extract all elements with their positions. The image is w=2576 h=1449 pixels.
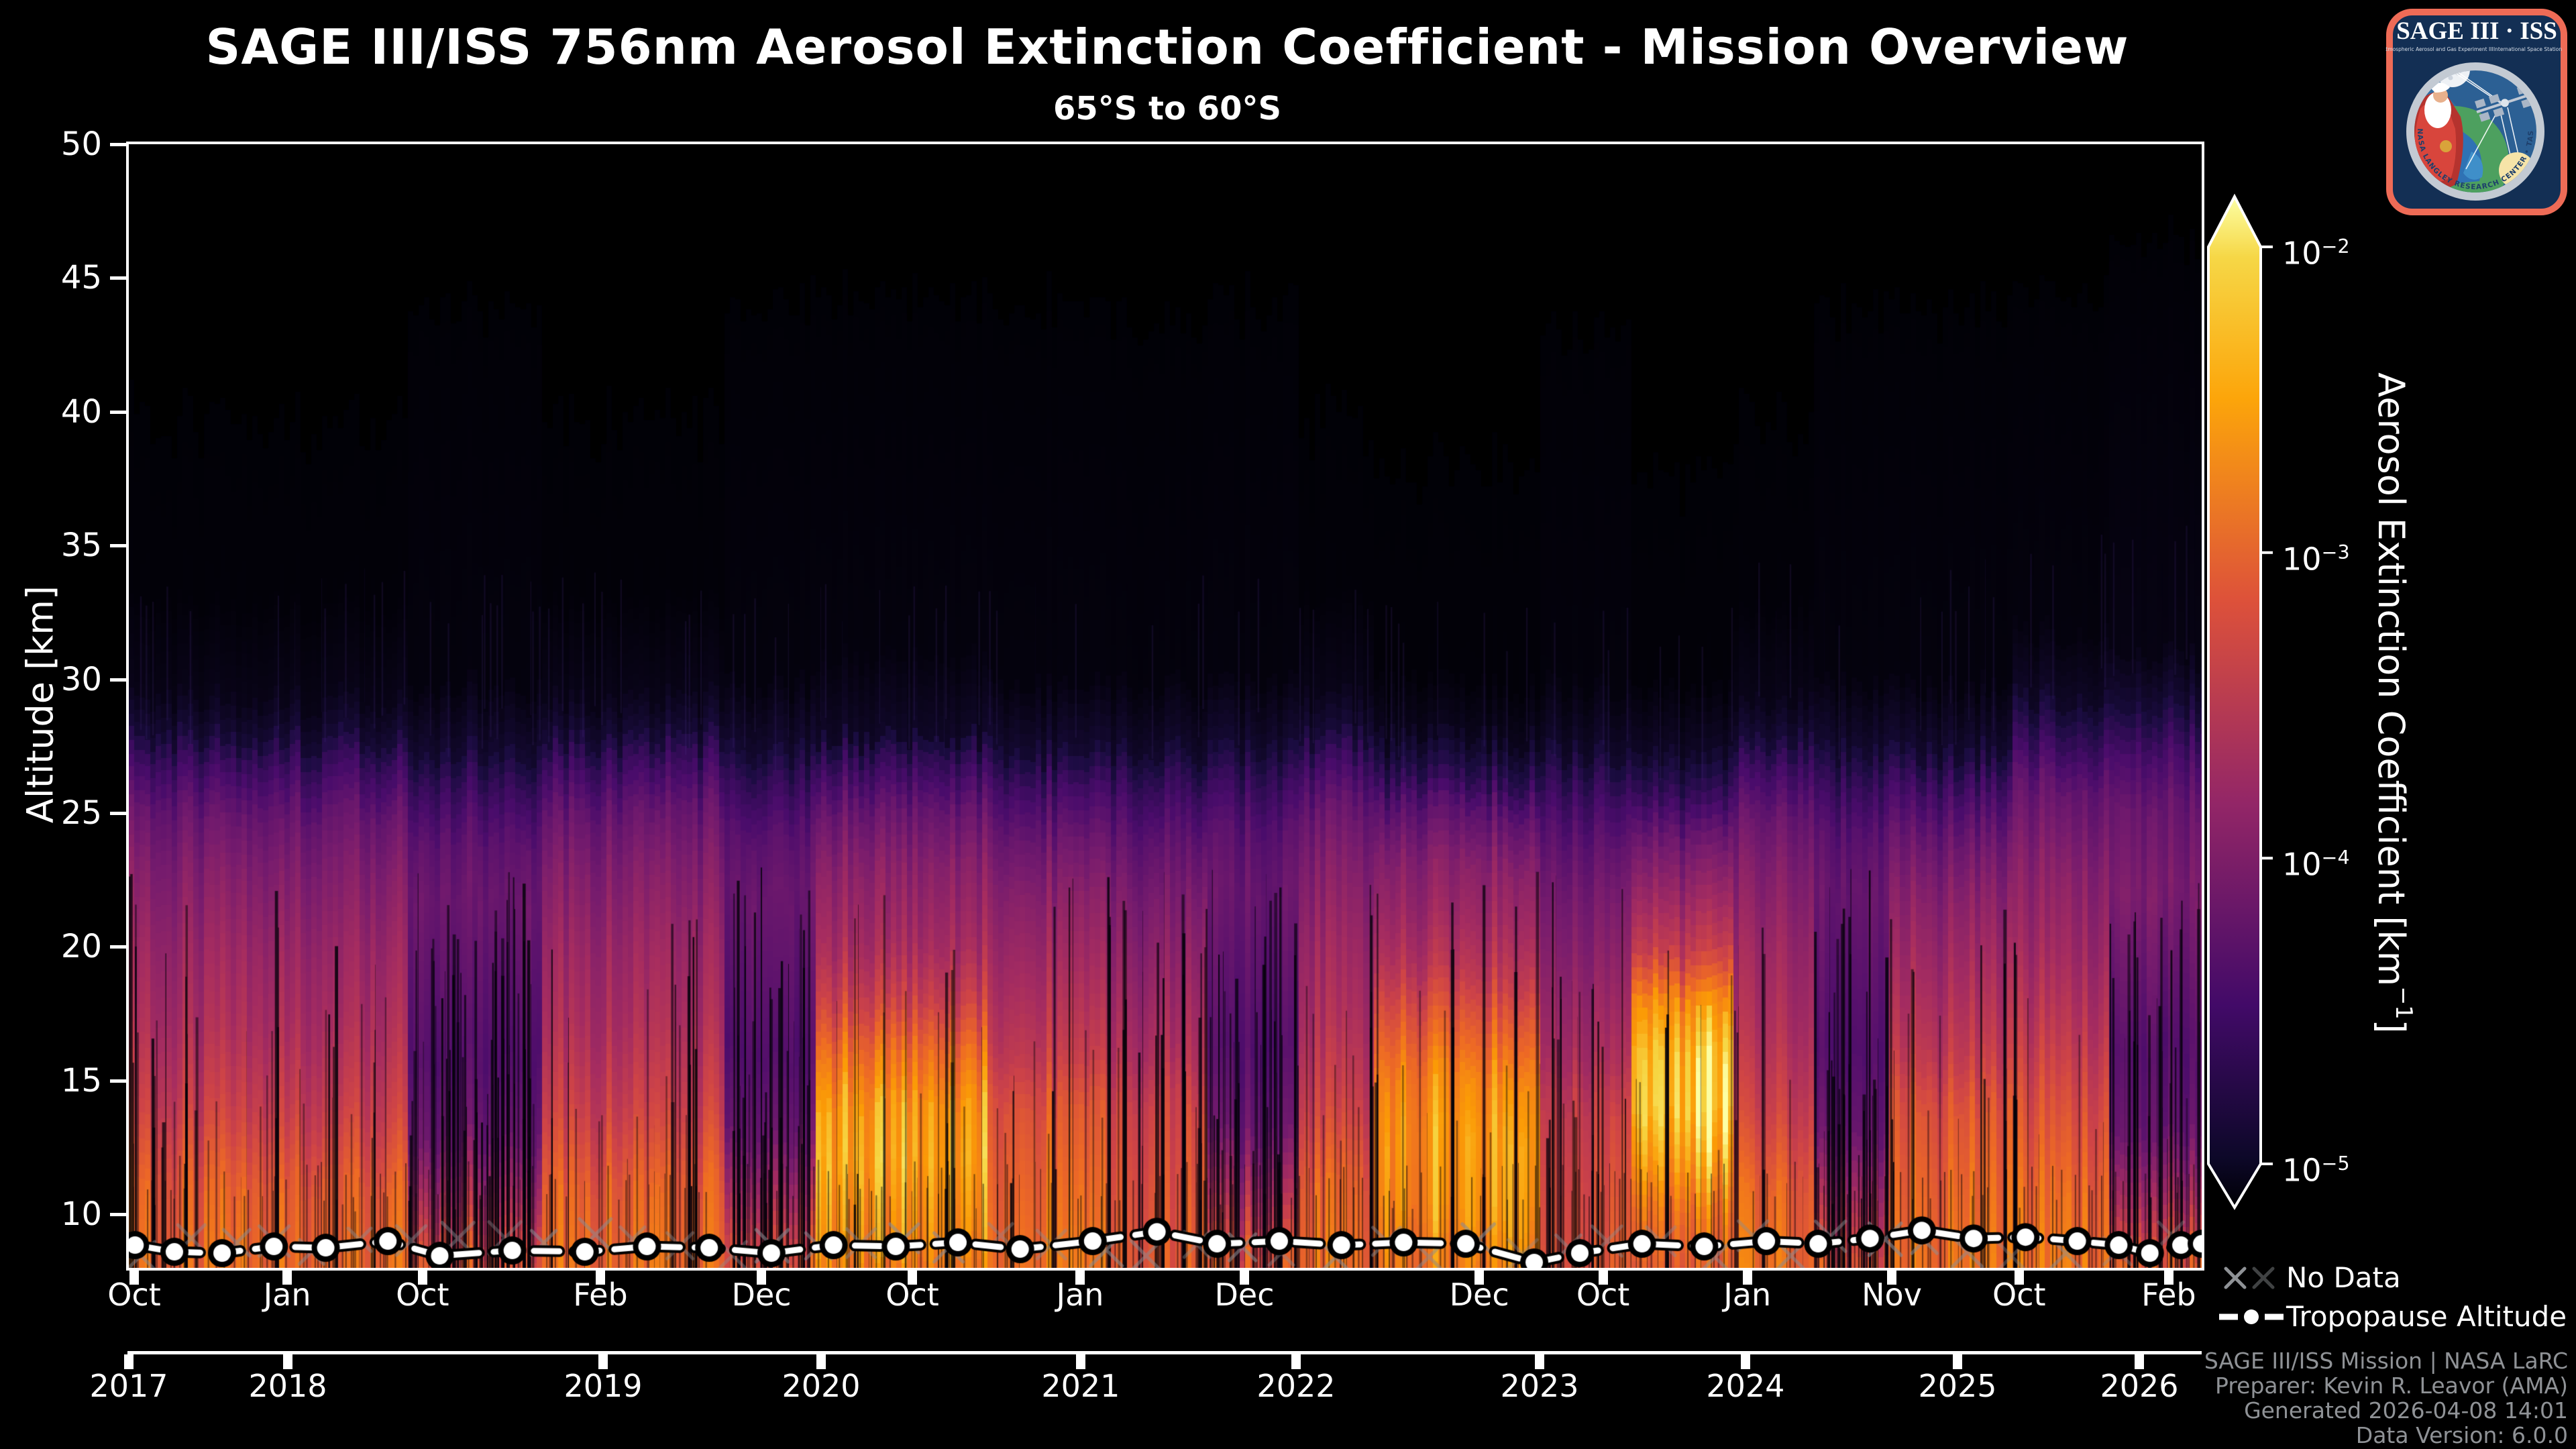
y-tick-label: 45 (60, 259, 102, 297)
x-month-label: Jan (1056, 1277, 1104, 1313)
figure-root: SAGE III/ISS 756nm Aerosol Extinction Co… (0, 0, 2576, 1449)
y-axis-tick (110, 410, 126, 414)
x-month-label: Jan (263, 1277, 311, 1313)
footer-mission: SAGE III/ISS Mission | NASA LaRC (2204, 1348, 2568, 1374)
y-tick-label: 20 (60, 928, 102, 966)
sage-iii-iss-logo: SAGE III · ISS Atmospheric Aerosol and G… (2385, 8, 2567, 215)
logo-title: SAGE III · ISS (2396, 17, 2557, 45)
latitude-subtitle: 65°S to 60°S (1053, 90, 1282, 127)
year-axis-spine (127, 1351, 2202, 1354)
x-year-label: 2025 (1918, 1368, 1997, 1404)
colorbar-tick-label: 10−2 (2282, 235, 2350, 272)
x-year-label: 2021 (1041, 1368, 1120, 1404)
x-month-label: Feb (573, 1277, 628, 1313)
colorbar-tick-label: 10−4 (2282, 846, 2350, 883)
colorbar (2207, 193, 2273, 1210)
x-month-label: Oct (107, 1277, 161, 1313)
logo-subtitle-left: Atmospheric Aerosol and Gas Experiment I… (2385, 46, 2493, 52)
x-year-label: 2020 (782, 1368, 861, 1404)
footer-preparer: Preparer: Kevin R. Leavor (AMA) (2215, 1373, 2568, 1399)
no-data-hatch-icon (2224, 1267, 2275, 1289)
x-year-label: 2023 (1500, 1368, 1579, 1404)
footer-data-version: Data Version: 6.0.0 (2355, 1422, 2568, 1448)
y-axis-tick (110, 544, 126, 548)
page-title: SAGE III/ISS 756nm Aerosol Extinction Co… (205, 19, 2129, 75)
tropopause-line-icon (2219, 1305, 2284, 1329)
y-tick-label: 15 (60, 1061, 102, 1099)
legend-no-data-label: No Data (2286, 1261, 2401, 1294)
y-axis-tick (110, 1079, 126, 1083)
colorbar-label: Aerosol Extinction Coefficient [km−1] (2370, 372, 2417, 1034)
x-year-label: 2017 (89, 1368, 168, 1404)
x-month-label: Jan (1723, 1277, 1772, 1313)
legend-tropopause-label: Tropopause Altitude (2286, 1300, 2567, 1333)
x-month-label: Dec (1214, 1277, 1275, 1313)
x-month-label: Dec (1449, 1277, 1509, 1313)
x-year-label: 2022 (1256, 1368, 1336, 1404)
x-year-label: 2026 (2100, 1368, 2179, 1404)
y-tick-label: 30 (60, 660, 102, 698)
colorbar-tick-label: 10−3 (2282, 541, 2350, 578)
x-year-label: 2024 (1706, 1368, 1785, 1404)
y-tick-label: 35 (60, 527, 102, 565)
logo-subtitle-right: International Space Station (2493, 46, 2562, 52)
y-tick-label: 25 (60, 794, 102, 833)
x-month-label: Oct (885, 1277, 939, 1313)
x-month-label: Nov (1862, 1277, 1922, 1313)
y-axis-tick (110, 812, 126, 816)
y-axis-tick (110, 678, 126, 682)
footer-credits: SAGE III/ISS Mission | NASA LaRC Prepare… (2204, 1348, 2568, 1448)
y-axis-tick (110, 945, 126, 949)
aerosol-extinction-heatmap (129, 144, 2202, 1268)
y-tick-label: 40 (60, 392, 102, 431)
footer-generated: Generated 2026-04-08 14:01 (2244, 1397, 2568, 1424)
x-year-label: 2019 (564, 1368, 643, 1404)
x-year-label: 2018 (248, 1368, 327, 1404)
colorbar-tick-label: 10−5 (2282, 1152, 2350, 1189)
x-month-label: Oct (1992, 1277, 2046, 1313)
y-tick-label: 50 (60, 125, 102, 163)
x-month-label: Oct (396, 1277, 449, 1313)
y-axis-label: Altitude [km] (19, 585, 62, 824)
x-month-label: Feb (2141, 1277, 2196, 1313)
x-month-label: Dec (731, 1277, 792, 1313)
y-axis-tick (110, 1213, 126, 1217)
x-month-label: Oct (1576, 1277, 1630, 1313)
y-tick-label: 10 (60, 1195, 102, 1234)
colorbar-gradient-bar (2207, 193, 2262, 1210)
y-axis-tick (110, 143, 126, 146)
y-axis-tick (110, 276, 126, 280)
